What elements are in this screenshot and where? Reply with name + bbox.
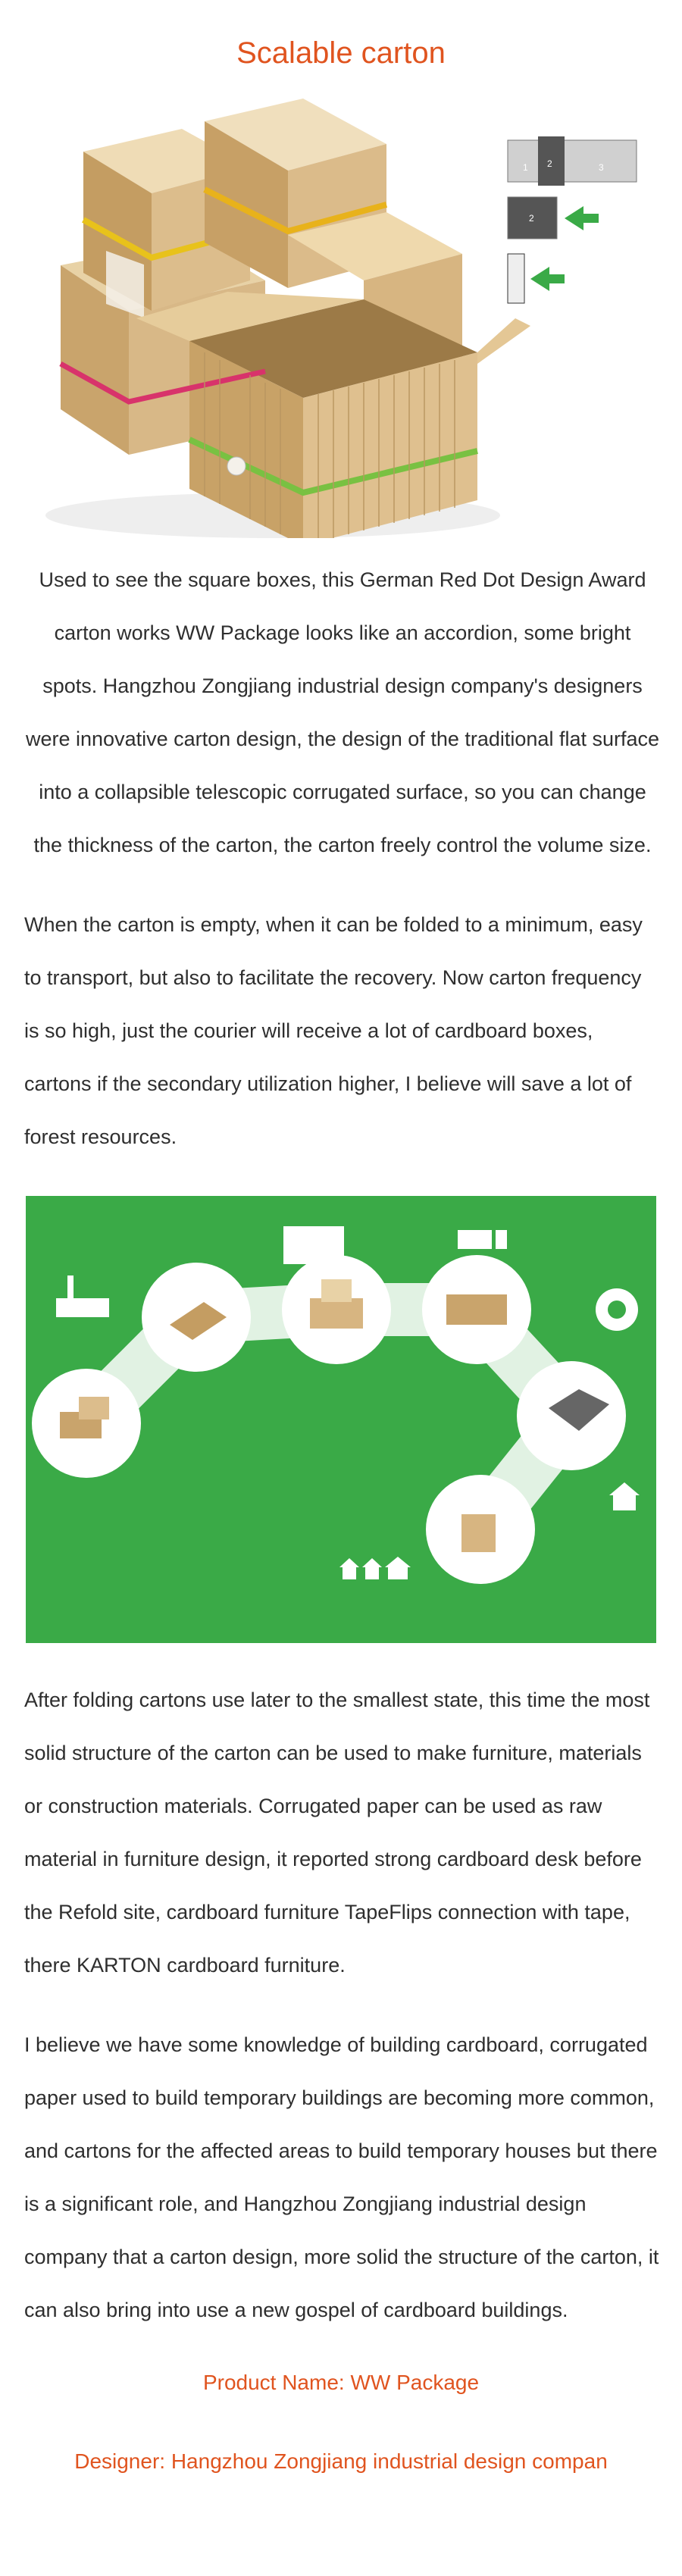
lifecycle-stage-building [426, 1475, 535, 1584]
paragraph-buildings: I believe we have some knowledge of buil… [24, 2033, 659, 2321]
paragraph-intro: Used to see the square boxes, this Germa… [26, 568, 659, 856]
hero-carton-image: 1 2 3 2 [45, 99, 637, 538]
lifecycle-figure [26, 1196, 656, 1643]
telescope-diagram-half: 2 [507, 196, 599, 239]
svg-text:1: 1 [523, 162, 528, 173]
svg-text:2: 2 [529, 213, 534, 224]
truck-icon [458, 1230, 507, 1249]
designer-name: Designer: Hangzhou Zongjiang industrial … [74, 2449, 608, 2473]
lifecycle-stage-furniture [517, 1361, 626, 1470]
lifecycle-stage-store [282, 1255, 391, 1364]
svg-text:2: 2 [547, 158, 552, 169]
telescope-diagram-folded [507, 253, 565, 304]
telescope-diagram-expanded: 1 2 3 [507, 136, 637, 186]
page-title: Scalable carton [236, 36, 446, 70]
lifecycle-stage-folded [422, 1255, 531, 1364]
lifecycle-stage-boxes-pile [32, 1369, 141, 1478]
paragraph-recycling: When the carton is empty, when it can be… [24, 913, 643, 1148]
paragraph-furniture: After folding cartons use later to the s… [24, 1689, 650, 1977]
lifecycle-stage-open-box [142, 1263, 251, 1372]
recycle-icon [596, 1288, 638, 1331]
product-name: Product Name: WW Package [202, 2371, 480, 2394]
shop-icon [283, 1226, 344, 1264]
svg-text:3: 3 [599, 162, 604, 173]
